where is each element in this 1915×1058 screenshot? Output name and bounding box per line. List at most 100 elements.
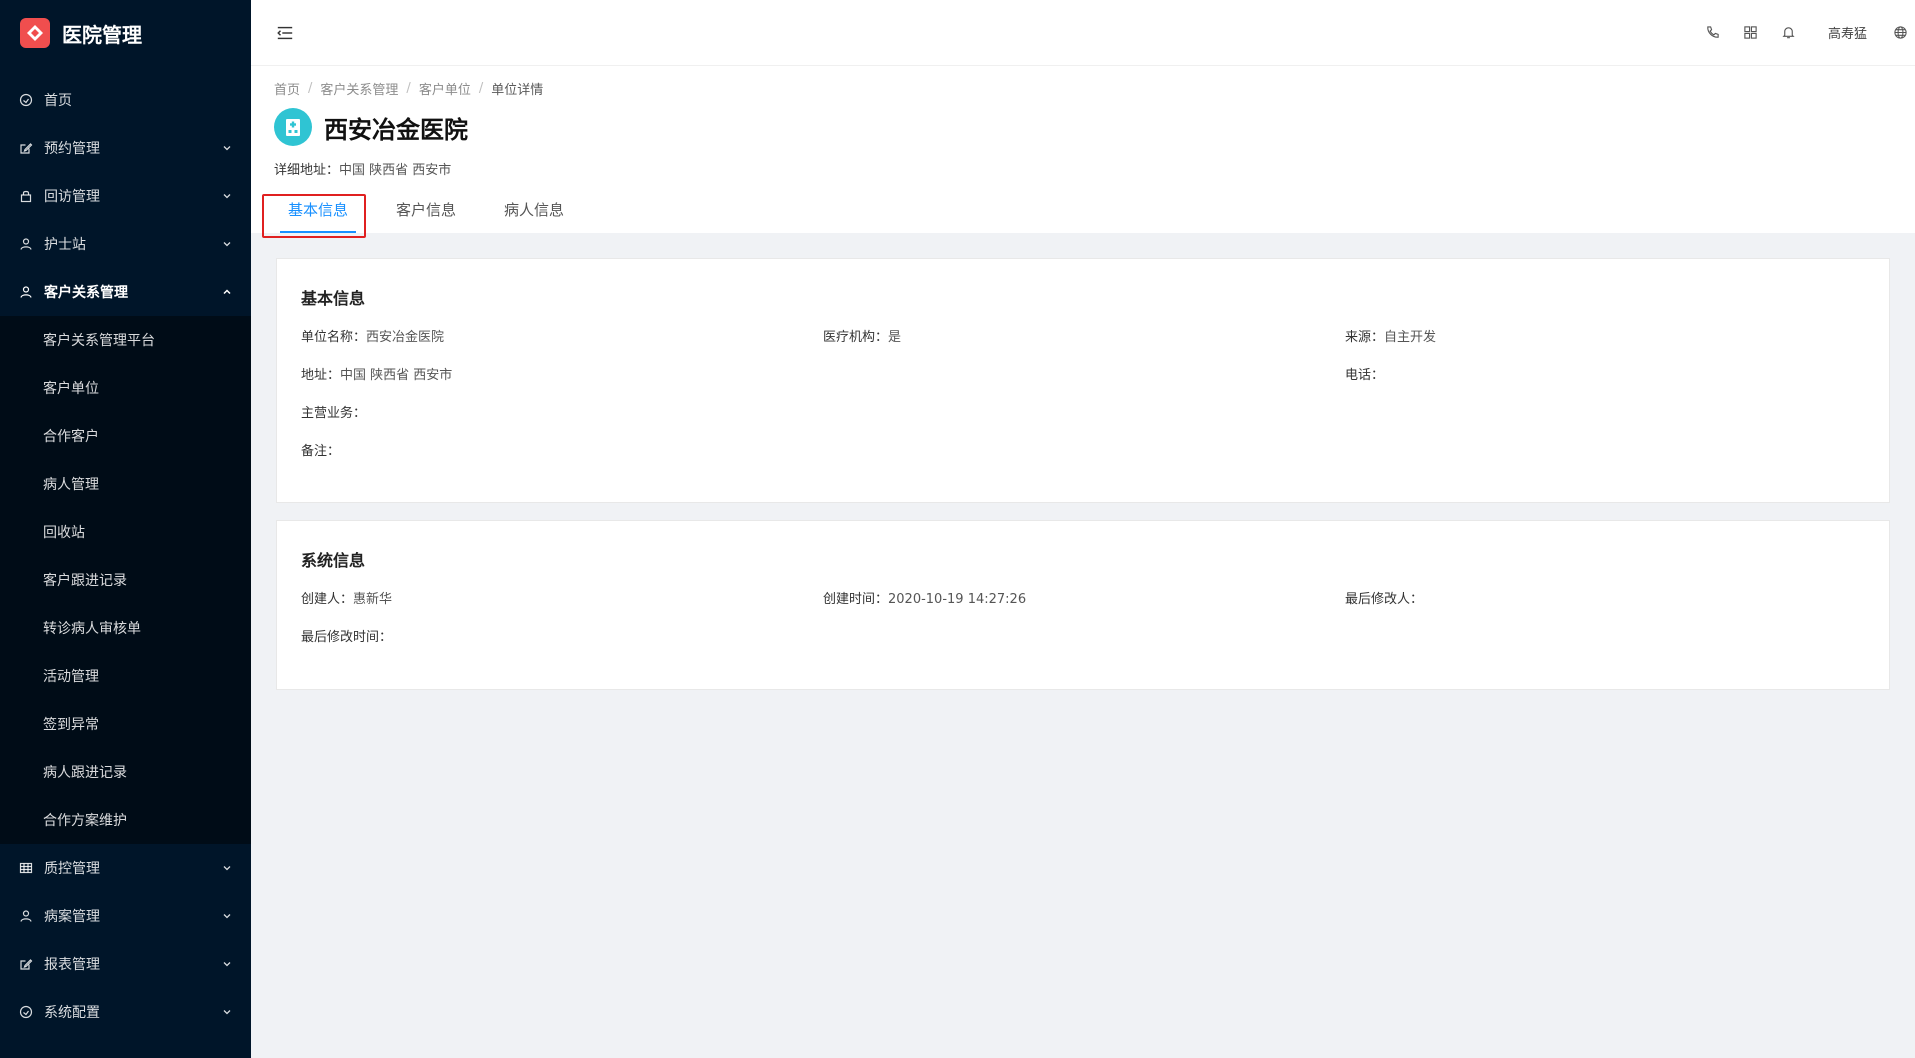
basic-info-grid: 单位名称：西安冶金医院 医疗机构：是 来源：自主开发 地址：中国 陕西省 西安市 电话：… xyxy=(301,328,1865,461)
tab-basic-info[interactable]: 基本信息 xyxy=(268,185,368,233)
info-field: 地址：中国 陕西省 西安市 xyxy=(301,366,823,385)
menu-fold-icon[interactable] xyxy=(274,22,296,44)
chevron-up-icon xyxy=(221,286,233,298)
chevron-down-icon xyxy=(221,190,233,202)
chevron-down-icon xyxy=(221,142,233,154)
address-row: 详细地址：中国 陕西省 西安市 xyxy=(274,159,1892,178)
sidebar-item-label: 质控管理 xyxy=(44,861,100,877)
info-field: 备注： xyxy=(301,442,823,461)
submenu-item-8[interactable]: 签到异常 xyxy=(0,700,251,748)
sidebar: 医院管理 首页预约管理回访管理护士站客户关系管理客户关系管理平台 客户单位 合作客户… xyxy=(0,0,251,1058)
info-field: 最后修改时间： xyxy=(301,628,823,647)
submenu-item-2[interactable]: 合作客户 xyxy=(0,412,251,460)
sidebar-item-1[interactable]: 预约管理 xyxy=(0,124,251,172)
edit-icon xyxy=(18,140,34,156)
field-value: 中国 陕西省 西安市 xyxy=(340,368,453,383)
field-value: 惠新华 xyxy=(353,592,393,607)
sidebar-item-label: 客户关系管理 xyxy=(44,285,128,301)
field-label: 地址： xyxy=(301,368,341,383)
globe-icon[interactable] xyxy=(1885,0,1915,66)
field-value: 西安冶金医院 xyxy=(366,330,445,345)
bell-icon[interactable] xyxy=(1770,0,1808,66)
sidebar-item-7[interactable]: 报表管理 xyxy=(0,940,251,988)
phone-icon[interactable] xyxy=(1694,0,1732,66)
breadcrumb-current: 单位详情 xyxy=(491,82,544,98)
field-value: 自主开发 xyxy=(1384,330,1437,345)
submenu-item-3[interactable]: 病人管理 xyxy=(0,460,251,508)
sidebar-item-label: 护士站 xyxy=(44,237,86,253)
info-field: 电话： xyxy=(1345,366,1865,385)
edit-icon xyxy=(18,956,34,972)
sidebar-item-6[interactable]: 病案管理 xyxy=(0,892,251,940)
sidebar-item-0[interactable]: 首页 xyxy=(0,76,251,124)
tab-customer-info[interactable]: 客户信息 xyxy=(376,185,476,233)
basic-info-title: 基本信息 xyxy=(301,289,366,308)
field-value: 是 xyxy=(888,330,902,345)
submenu-item-10[interactable]: 合作方案维护 xyxy=(0,796,251,844)
sidebar-item-label: 报表管理 xyxy=(44,957,100,973)
user-icon xyxy=(18,236,34,252)
sidebar-item-8[interactable]: 系统配置 xyxy=(0,988,251,1036)
info-field xyxy=(823,404,1345,423)
chevron-down-icon xyxy=(221,862,233,874)
submenu-item-5[interactable]: 客户跟进记录 xyxy=(0,556,251,604)
breadcrumb-customer-unit[interactable]: 客户单位 xyxy=(419,79,471,98)
sidebar-item-5[interactable]: 质控管理 xyxy=(0,844,251,892)
app-title: 医院管理 xyxy=(62,22,142,47)
chevron-down-icon xyxy=(221,958,233,970)
field-label: 单位名称： xyxy=(301,330,367,345)
field-label: 创建时间： xyxy=(823,592,889,607)
dashboard-icon xyxy=(18,92,34,108)
submenu-item-0[interactable]: 客户关系管理平台 xyxy=(0,316,251,364)
user-icon xyxy=(18,908,34,924)
sidebar-item-label: 首页 xyxy=(44,93,72,109)
breadcrumb-crm[interactable]: 客户关系管理 xyxy=(320,79,398,98)
apps-icon[interactable] xyxy=(1732,0,1770,66)
field-label: 创建人： xyxy=(301,592,354,607)
basic-info-card: 基本信息 单位名称：西安冶金医院 医疗机构：是 来源：自主开发 地址：中国 陕西省 西… xyxy=(276,258,1890,503)
sidebar-item-4[interactable]: 客户关系管理 xyxy=(0,268,251,316)
info-field xyxy=(823,366,1345,385)
info-field: 主营业务： xyxy=(301,404,823,423)
user-icon xyxy=(18,284,34,300)
sidebar-item-label: 病案管理 xyxy=(44,909,100,925)
tabs: 基本信息 客户信息 病人信息 xyxy=(268,185,592,233)
submenu-crm: 客户关系管理平台 客户单位 合作客户 病人管理 回收站 客户跟进记录 转诊病人审核单 活动管理… xyxy=(0,316,251,844)
tab-patient-info[interactable]: 病人信息 xyxy=(484,185,584,233)
field-label: 最后修改人： xyxy=(1345,592,1424,607)
user-name[interactable]: 高寿猛 xyxy=(1808,23,1885,42)
chevron-down-icon xyxy=(221,1006,233,1018)
lock-icon xyxy=(18,188,34,204)
submenu-item-7[interactable]: 活动管理 xyxy=(0,652,251,700)
sidebar-item-label: 回访管理 xyxy=(44,189,100,205)
system-info-title: 系统信息 xyxy=(301,551,366,570)
submenu-item-1[interactable]: 客户单位 xyxy=(0,364,251,412)
sidebar-menu: 首页预约管理回访管理护士站客户关系管理客户关系管理平台 客户单位 合作客户 病人管理回… xyxy=(0,76,251,1036)
sidebar-item-2[interactable]: 回访管理 xyxy=(0,172,251,220)
logo-icon xyxy=(20,18,50,48)
system-info-card: 系统信息 创建人：惠新华 创建时间：2020-10-19 14:27:26 最后修改… xyxy=(276,520,1890,690)
field-label: 来源： xyxy=(1345,330,1385,345)
breadcrumb: 首页 / 客户关系管理 / 客户单位 / 单位详情 xyxy=(274,79,544,98)
sidebar-item-label: 系统配置 xyxy=(44,1005,100,1021)
info-field: 最后修改人： xyxy=(1345,590,1865,609)
field-label: 最后修改时间： xyxy=(301,630,393,645)
submenu-item-4[interactable]: 回收站 xyxy=(0,508,251,556)
info-field: 单位名称：西安冶金医院 xyxy=(301,328,823,347)
info-field: 创建时间：2020-10-19 14:27:26 xyxy=(823,590,1345,609)
submenu-item-9[interactable]: 病人跟进记录 xyxy=(0,748,251,796)
chevron-down-icon xyxy=(221,238,233,250)
field-label: 备注： xyxy=(301,444,341,459)
chevron-down-icon xyxy=(221,910,233,922)
dashboard-icon xyxy=(18,1004,34,1020)
submenu-item-6[interactable]: 转诊病人审核单 xyxy=(0,604,251,652)
logo[interactable]: 医院管理 xyxy=(0,0,251,66)
page-title: 西安冶金医院 xyxy=(324,115,468,144)
breadcrumb-home[interactable]: 首页 xyxy=(274,79,300,98)
sidebar-item-3[interactable]: 护士站 xyxy=(0,220,251,268)
field-value: 2020-10-19 14:27:26 xyxy=(888,592,1027,607)
field-label: 主营业务： xyxy=(301,406,367,421)
field-label: 医疗机构： xyxy=(823,330,889,345)
info-field: 创建人：惠新华 xyxy=(301,590,823,609)
page-header: 首页 / 客户关系管理 / 客户单位 / 单位详情 西安冶金医院 详细地址：中国… xyxy=(251,66,1915,233)
